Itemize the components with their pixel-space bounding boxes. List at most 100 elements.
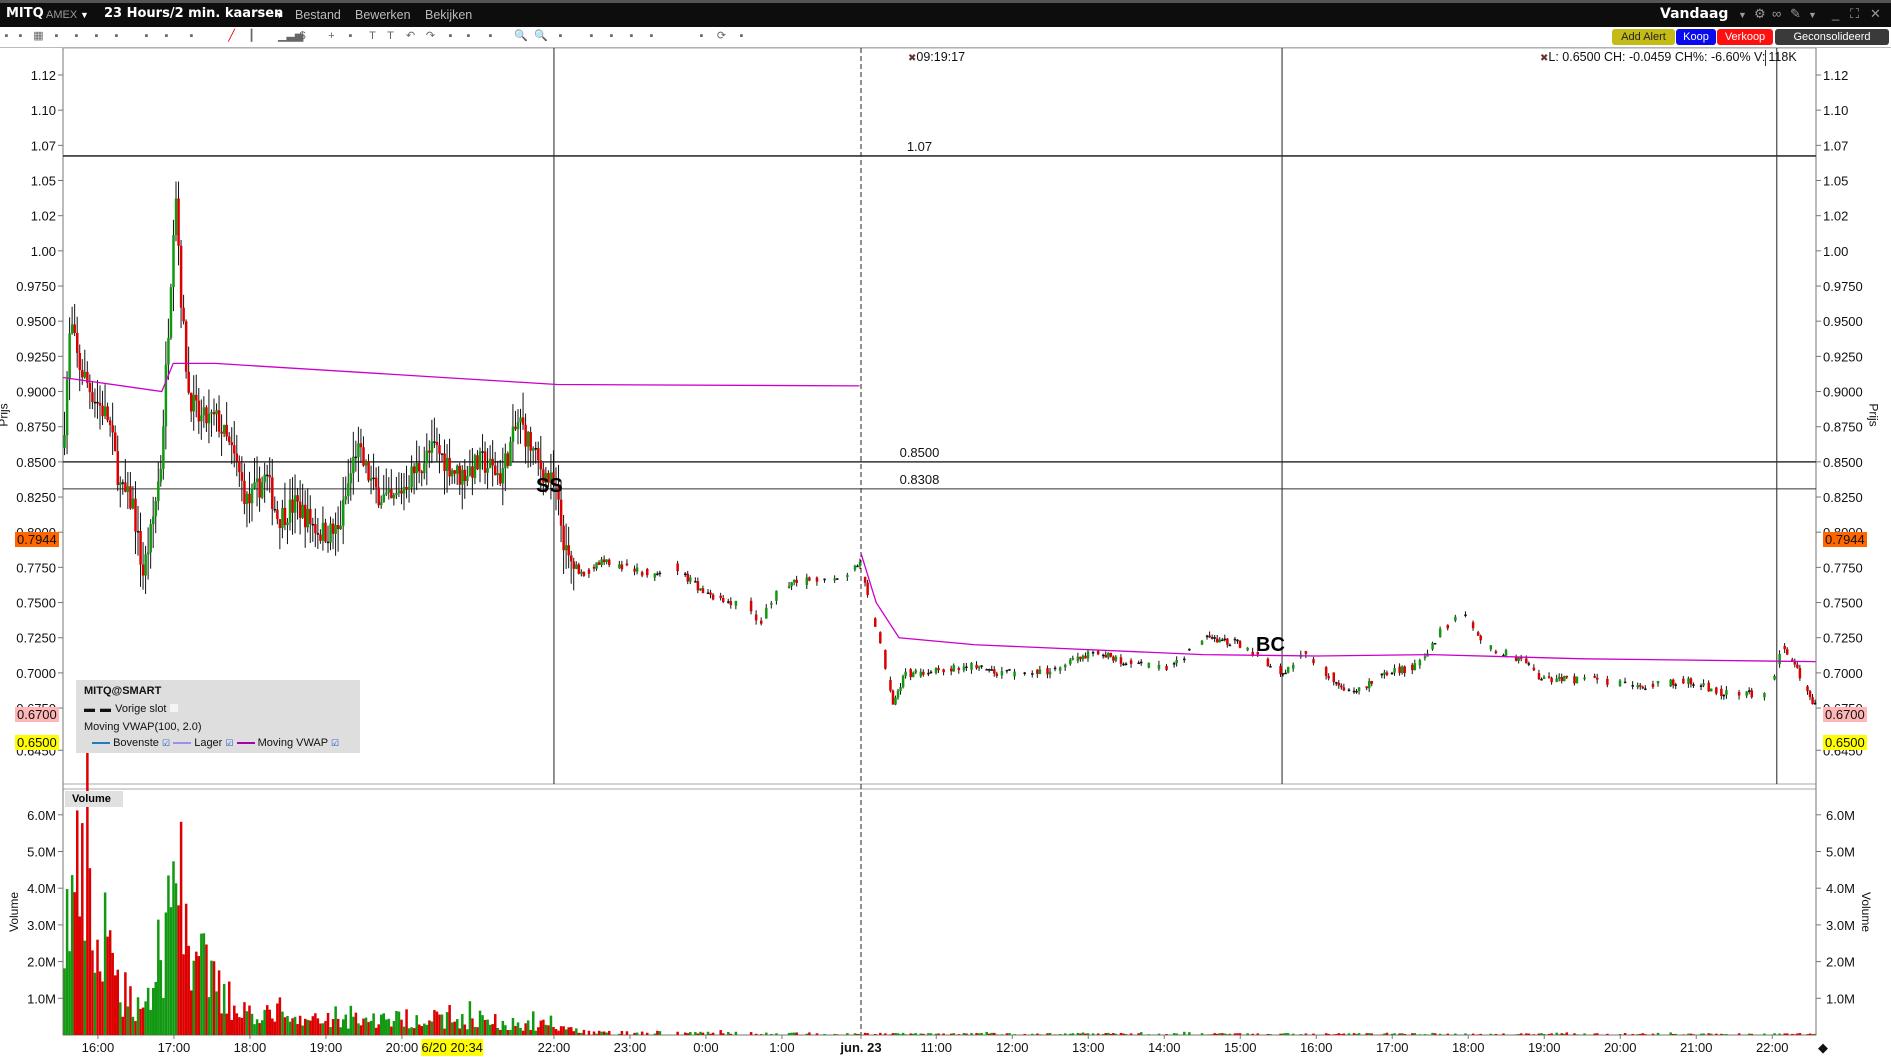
candle-body	[1183, 658, 1186, 661]
candle-body	[1228, 644, 1232, 647]
candle-body	[75, 333, 79, 353]
candle-body	[922, 671, 925, 675]
price-chart[interactable]: 1.12 1.12 1.10 1.10 1.07 1.07 1.05 1.05 1.02 1.02…	[0, 0, 1891, 1061]
candle-body	[354, 456, 358, 459]
volume-bar	[400, 1019, 403, 1035]
candle-body	[1651, 683, 1655, 688]
volume-bar	[1773, 1033, 1776, 1035]
volume-bar	[1639, 1033, 1642, 1035]
legend-indicator[interactable]: Moving VWAP(100, 2.0)	[84, 721, 202, 733]
candle-body	[1476, 632, 1480, 636]
candle-body	[734, 600, 738, 606]
volume-bar	[276, 1003, 279, 1035]
volume-bar	[349, 1005, 353, 1035]
volume-bar	[516, 1022, 520, 1035]
level-label: 1.07	[907, 139, 932, 154]
legend-vwap: Moving VWAP	[257, 737, 328, 749]
volume-bar	[189, 990, 193, 1035]
candle-body	[600, 559, 603, 565]
volume-bar	[379, 1014, 383, 1035]
candle-body	[1233, 638, 1237, 641]
volume-bar	[1550, 1033, 1553, 1035]
candle-body	[167, 337, 170, 365]
volume-bar	[1109, 1033, 1113, 1035]
candle-body	[144, 554, 147, 576]
volume-bar	[689, 1031, 692, 1035]
candle-body	[524, 424, 527, 447]
volume-bar	[534, 1030, 538, 1035]
candle-body	[96, 401, 99, 404]
candle-body	[1342, 687, 1346, 691]
checkbox[interactable]: ☑	[331, 738, 339, 748]
candle-body	[694, 581, 697, 583]
volume-bar	[430, 1021, 434, 1035]
volume-bar	[81, 823, 84, 1035]
candle-body	[980, 665, 983, 667]
candle-body	[1403, 666, 1406, 674]
candle-body	[1370, 681, 1374, 684]
y-tick-label-right: 0.8500	[1823, 455, 1863, 470]
volume-bar	[382, 1013, 386, 1035]
volume-bar	[129, 986, 132, 1035]
candle-body	[1284, 672, 1287, 675]
candle-body	[1811, 697, 1814, 705]
volume-bar	[1299, 1034, 1303, 1035]
candle-body	[823, 578, 826, 581]
volume-bar	[455, 1019, 459, 1035]
volume-bar	[1707, 1033, 1710, 1035]
candle-body	[676, 563, 679, 572]
checkbox[interactable]: ☑	[162, 738, 170, 748]
volume-bar	[448, 1005, 451, 1035]
volume-bar	[1656, 1032, 1660, 1035]
candle-body	[587, 569, 591, 574]
volume-bar	[1796, 1033, 1799, 1035]
candle-body	[200, 415, 203, 422]
volume-bar	[468, 1001, 472, 1035]
volume-pane-label: Volume	[65, 791, 123, 807]
candle-body	[466, 475, 469, 482]
volume-bar	[227, 981, 231, 1035]
volume-bar	[1013, 1034, 1016, 1035]
volume-bar	[222, 984, 226, 1035]
volume-bar	[1398, 1033, 1401, 1035]
volume-bar	[1411, 1033, 1414, 1035]
volume-bar	[298, 1015, 302, 1035]
candle-body	[202, 407, 206, 416]
vol-tick-label: 2.0M	[27, 955, 56, 970]
candle-body	[572, 561, 576, 569]
candle-body	[645, 569, 649, 576]
candle-body	[1438, 628, 1442, 637]
volume-bar	[187, 945, 190, 1035]
checkbox[interactable]	[169, 704, 178, 712]
volume-bar	[1036, 1033, 1039, 1035]
level-label: 0.8308	[900, 472, 940, 487]
volume-bar	[1476, 1034, 1480, 1035]
candle-body	[374, 477, 378, 488]
y-tick-label-right: 0.9750	[1823, 279, 1863, 294]
y-tick-label: 1.05	[31, 174, 56, 189]
volume-bar	[1502, 1033, 1505, 1035]
volume-bar	[575, 1028, 578, 1035]
volume-bar	[521, 1030, 525, 1035]
candle-body	[569, 555, 573, 562]
volume-bar	[519, 1027, 522, 1035]
candle-body	[169, 287, 173, 338]
volume-bar	[369, 1020, 373, 1035]
candle-body	[288, 499, 292, 523]
volume-bar	[141, 1007, 145, 1035]
volume-bar	[909, 1033, 912, 1035]
candle-body	[1471, 622, 1475, 629]
candle-body	[1084, 655, 1087, 659]
volume-bar	[306, 1019, 310, 1035]
volume-bar	[440, 1014, 444, 1035]
volume-bar	[91, 950, 94, 1035]
candle-body	[268, 475, 272, 478]
candle-body	[516, 422, 520, 430]
checkbox[interactable]: ☑	[225, 738, 233, 748]
volume-bar	[65, 889, 69, 1035]
candle-body	[255, 478, 259, 483]
volume-bar	[1750, 1033, 1754, 1035]
candle-body	[146, 552, 150, 555]
vol-tick-label: 5.0M	[27, 845, 56, 860]
volume-bar	[587, 1030, 591, 1035]
